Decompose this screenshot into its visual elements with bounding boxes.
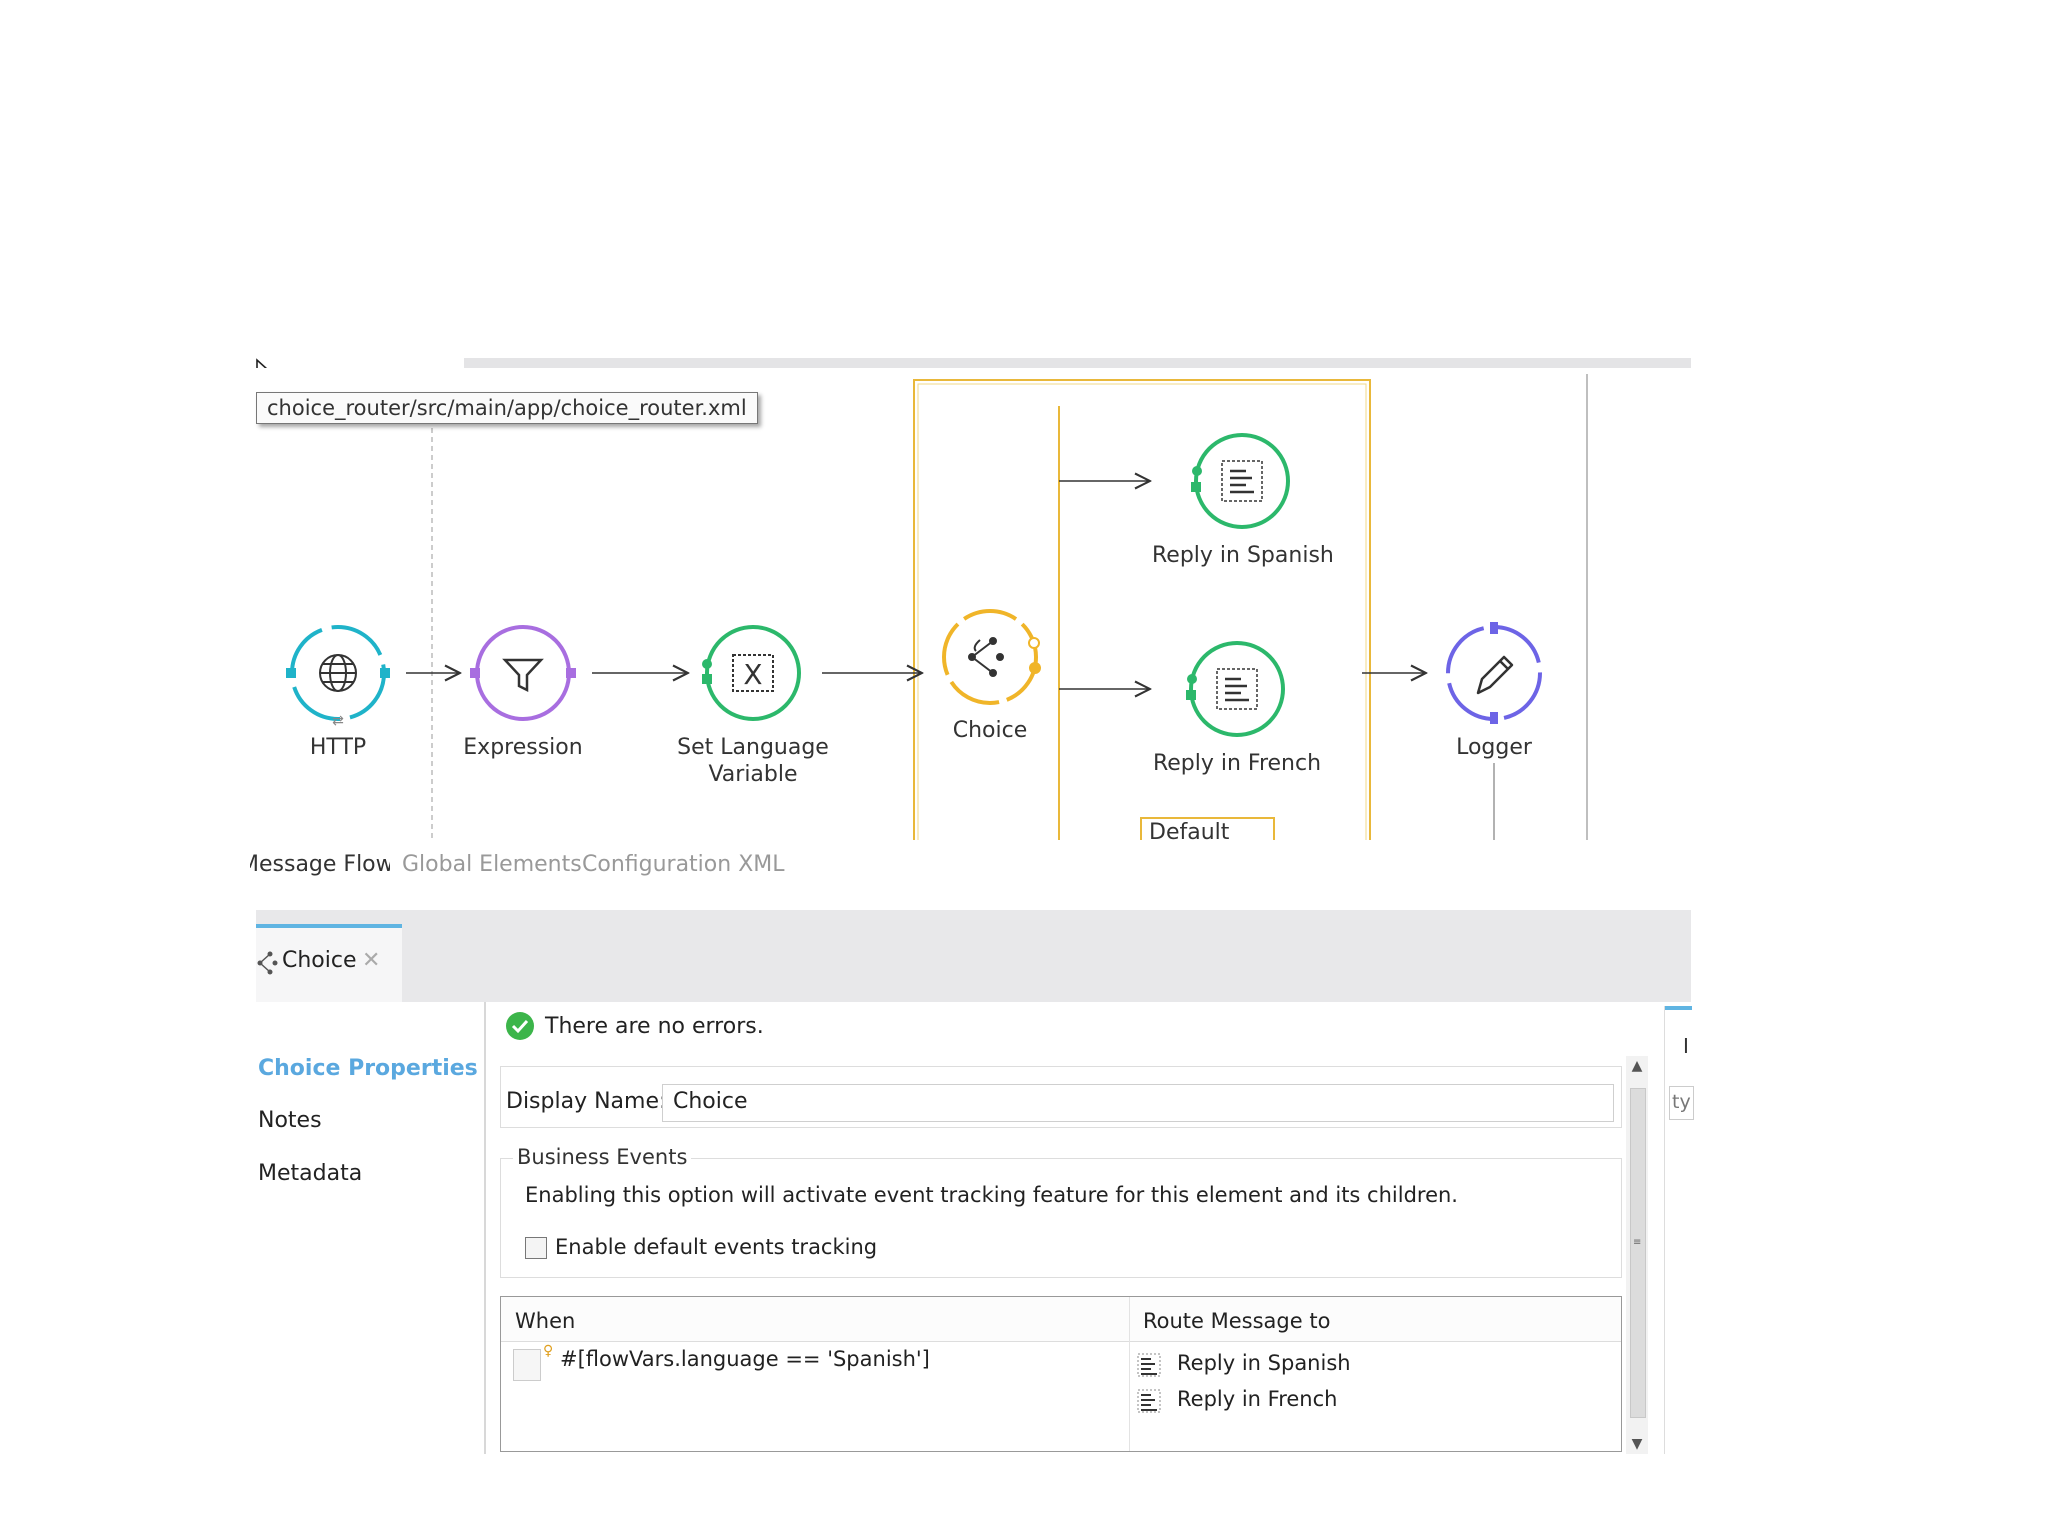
scroll-down-icon[interactable]: ▼ xyxy=(1626,1436,1648,1452)
reply-spanish-node[interactable] xyxy=(1191,433,1290,529)
exchange-icon: ⇄ xyxy=(332,713,344,729)
business-events-description: Enabling this option will activate event… xyxy=(525,1183,1458,1207)
reply-french-label: Reply in French xyxy=(1152,751,1322,776)
status-message: There are no errors. xyxy=(545,1014,764,1039)
expression-label: Expression xyxy=(463,735,583,760)
choice-icon xyxy=(257,951,278,975)
properties-sidebar: Choice Properties Notes Metadata xyxy=(256,1002,484,1454)
scrollbar-thumb[interactable]: ≡ xyxy=(1630,1088,1646,1418)
flow-canvas[interactable]: ⇄ X HTTP Expression Set Language Variabl… xyxy=(256,368,1691,840)
close-icon[interactable]: ✕ xyxy=(362,948,380,973)
logger-node[interactable] xyxy=(1446,622,1542,724)
display-name-group: Display Name: Choice xyxy=(500,1066,1622,1128)
route-target-spanish[interactable]: Reply in Spanish xyxy=(1177,1351,1351,1375)
enable-events-label: Enable default events tracking xyxy=(555,1235,878,1259)
http-label: HTTP xyxy=(309,735,367,760)
enable-events-checkbox[interactable] xyxy=(525,1237,547,1259)
canvas-top-scrollbar[interactable] xyxy=(464,358,1691,368)
set-variable-label-line2: Variable xyxy=(708,762,798,787)
routes-table: When Route Message to ♀ #[flowVars.langu… xyxy=(500,1296,1622,1452)
success-check-icon xyxy=(506,1012,534,1040)
business-events-title: Business Events xyxy=(513,1145,692,1169)
column-header-when[interactable]: When xyxy=(515,1309,575,1333)
business-events-group: Business Events Enabling this option wil… xyxy=(500,1145,1622,1278)
tab-choice-label: Choice xyxy=(282,948,357,973)
properties-tab-bar xyxy=(256,910,1691,1002)
svg-text:X: X xyxy=(743,658,762,691)
route-target-french[interactable]: Reply in French xyxy=(1177,1387,1337,1411)
http-node[interactable]: ⇄ xyxy=(286,625,390,729)
right-side-panel: I ty xyxy=(1664,1006,1694,1454)
tab-global-elements[interactable]: Global Elements xyxy=(402,852,582,877)
column-header-route[interactable]: Route Message to xyxy=(1143,1309,1330,1333)
transform-message-icon xyxy=(1137,1353,1161,1377)
display-name-label: Display Name: xyxy=(506,1089,667,1114)
when-expression[interactable]: #[flowVars.language == 'Spanish'] xyxy=(560,1347,930,1371)
default-lane-label[interactable]: Default xyxy=(1149,819,1259,840)
logger-label: Logger xyxy=(1456,735,1532,760)
display-name-field[interactable]: Choice xyxy=(662,1084,1614,1122)
file-path-tooltip: choice_router/src/main/app/choice_router… xyxy=(256,392,758,424)
tab-choice-properties[interactable]: Choice ✕ xyxy=(256,924,402,1006)
choice-label: Choice xyxy=(952,718,1028,743)
sidebar-item-notes[interactable]: Notes xyxy=(258,1108,322,1133)
set-variable-node[interactable]: X xyxy=(702,625,801,721)
properties-scrollbar[interactable]: ▲ ≡ ▼ xyxy=(1626,1056,1648,1454)
lightbulb-icon: ♀ xyxy=(543,1343,554,1359)
sidebar-item-metadata[interactable]: Metadata xyxy=(258,1161,362,1186)
transform-message-icon xyxy=(1137,1389,1161,1413)
flow-diagram: ⇄ X xyxy=(286,374,1588,840)
reply-french-node[interactable] xyxy=(1186,641,1285,737)
sidebar-divider xyxy=(484,1002,486,1454)
right-panel-letter: I xyxy=(1683,1034,1689,1058)
scroll-up-icon[interactable]: ▲ xyxy=(1626,1058,1648,1074)
tab-configuration-xml[interactable]: Configuration XML xyxy=(582,852,785,877)
right-panel-input[interactable]: ty xyxy=(1669,1086,1694,1120)
reply-spanish-label: Reply in Spanish xyxy=(1152,543,1334,568)
choice-node[interactable] xyxy=(942,609,1041,705)
when-row-selector[interactable] xyxy=(513,1349,541,1381)
sidebar-item-choice-properties[interactable]: Choice Properties xyxy=(258,1056,478,1081)
tab-message-flow[interactable]: Message Flow xyxy=(250,852,390,877)
expression-node[interactable] xyxy=(470,625,576,721)
set-variable-label-line1: Set Language xyxy=(677,735,829,760)
